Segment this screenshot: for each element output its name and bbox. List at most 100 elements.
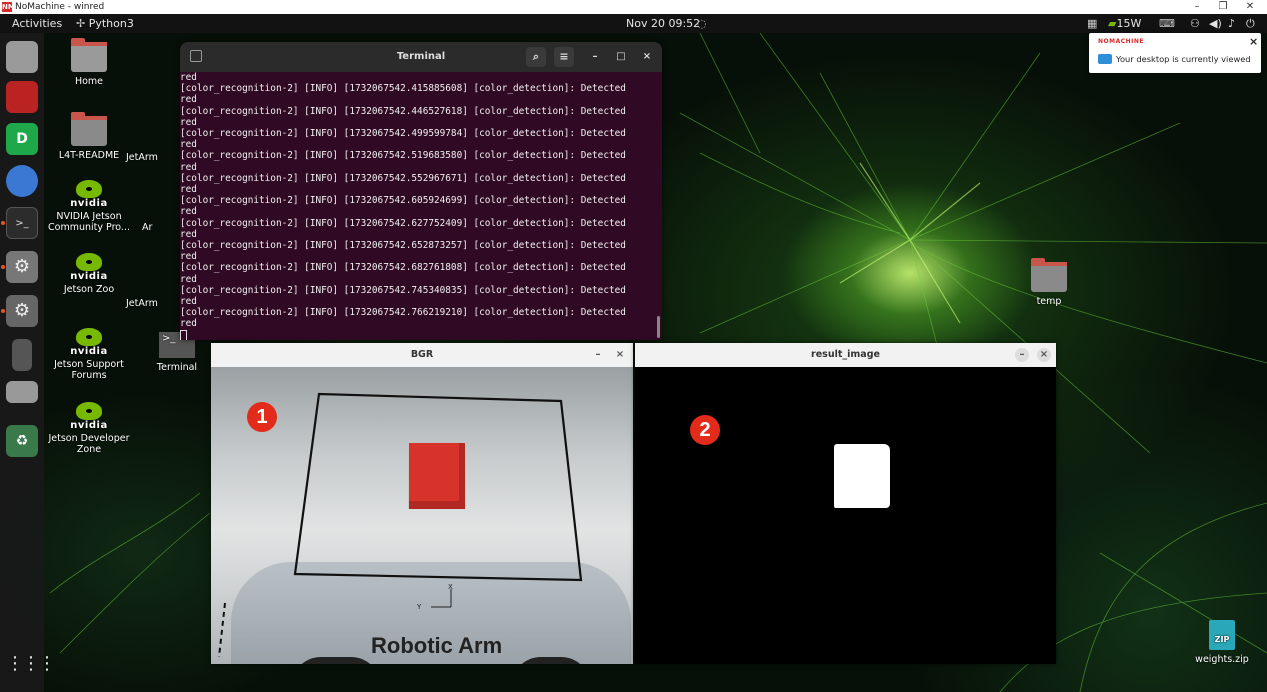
terminal-line: red (180, 72, 197, 83)
zip-file-icon: ZIP (1209, 620, 1235, 650)
mask-frame (635, 367, 1056, 664)
desktop-icon-label: Jetson Zoo (63, 284, 115, 295)
terminal-line: red (180, 94, 197, 106)
desktop-icon-jetson-support[interactable]: nvidia Jetson Support Forums (44, 328, 134, 381)
search-icon[interactable]: ⌕ (526, 47, 546, 67)
axis-y-label: Y (417, 603, 422, 611)
folder-icon (71, 112, 107, 146)
desktop-icon-jetson-community[interactable]: nvidia NVIDIA Jetson Community Pro... (44, 180, 134, 233)
nvidia-logo-icon: nvidia (69, 328, 109, 357)
power-menu-icon[interactable]: ⏻ (1246, 14, 1255, 33)
terminal-line: [color_recognition-2] [INFO] [1732067542… (180, 307, 626, 319)
terminal-line: red (180, 184, 197, 196)
running-indicator (1, 309, 5, 313)
app-menu[interactable]: ✢ Python3 (76, 14, 134, 33)
dock-device-icon[interactable] (12, 339, 32, 371)
terminal-window[interactable]: Terminal ⌕ ≡ – □ × red [color_recognitio… (180, 42, 662, 340)
dock-drive-icon[interactable] (6, 381, 38, 403)
desktop-icon-label: weights.zip (1195, 654, 1249, 665)
result-image-titlebar[interactable]: result_image – × (635, 343, 1056, 367)
nvidia-settings-icon[interactable]: ▦ (1087, 14, 1097, 33)
desktop-icon-label: Home (74, 76, 104, 87)
result-image-close-button[interactable]: × (1037, 348, 1051, 362)
terminal-line: red (180, 161, 197, 173)
nvidia-logo-icon: nvidia (69, 253, 109, 282)
desktop-icon-label: JetArm (126, 298, 158, 309)
dock-settings2-icon[interactable]: ⚙ (6, 295, 38, 327)
terminal-minimize-button[interactable]: – (586, 47, 604, 67)
desktop-icon-label: L4T-README (58, 150, 120, 161)
network-icon[interactable]: ⚇ (1190, 14, 1200, 33)
mic-icon[interactable]: ♪ (1228, 14, 1235, 33)
activities-button[interactable]: Activities (12, 14, 62, 33)
desktop-icon-temp[interactable]: temp (1004, 258, 1094, 307)
dock-chromium-icon[interactable] (6, 165, 38, 197)
nomachine-notification[interactable]: NOMACHINE × Your desktop is currently vi… (1089, 33, 1261, 73)
result-image-minimize-button[interactable]: – (1015, 348, 1029, 362)
terminal-line: [color_recognition-2] [INFO] [1732067542… (180, 217, 626, 229)
bgr-close-button[interactable]: × (613, 348, 627, 362)
nomachine-maximize-button[interactable]: ❐ (1213, 0, 1233, 14)
desktop-icon-jetson-developer[interactable]: nvidia Jetson Developer Zone (44, 402, 134, 455)
detected-mask-blob (834, 444, 890, 508)
desktop-icon-jetarm-1[interactable]: JetArm (126, 152, 180, 163)
terminal-line: red (180, 116, 197, 128)
desktop-icon-weights-zip[interactable]: ZIP weights.zip (1177, 620, 1267, 665)
clock[interactable]: Nov 20 09:52 (626, 14, 700, 33)
axis-x-label: X (448, 583, 453, 591)
bgr-title: BGR (410, 349, 434, 360)
keyboard-icon[interactable]: ⌨ (1159, 14, 1175, 33)
folder-icon (1031, 258, 1067, 292)
terminal-line: red (180, 318, 197, 330)
desktop-icon-jetson-zoo[interactable]: nvidia Jetson Zoo (44, 253, 134, 295)
terminal-line: red (180, 139, 197, 151)
desktop-icon-ar[interactable]: Ar (142, 222, 182, 233)
result-image-window[interactable]: result_image – × 2 (635, 343, 1056, 664)
terminal-line: red (180, 228, 197, 240)
terminal-output[interactable]: red [color_recognition-2] [INFO] [173206… (180, 72, 662, 340)
dock: D >_ ⚙ ⚙ ♻ ⋮⋮⋮ (0, 33, 56, 692)
bgr-minimize-button[interactable]: – (591, 348, 605, 362)
dock-files-icon[interactable] (6, 41, 38, 73)
dock-dbeaver-icon[interactable]: D (6, 123, 38, 155)
nomachine-logo-icon: NM (2, 2, 15, 12)
dock-trash-icon[interactable]: ♻ (6, 425, 38, 457)
result-image-title: result_image (811, 349, 880, 360)
power-indicator[interactable]: ▰15W (1108, 14, 1141, 33)
terminal-titlebar[interactable]: Terminal ⌕ ≡ – □ × (180, 42, 662, 72)
desktop-icon-label: Jetson Support Forums (54, 359, 124, 381)
dock-terminal-icon[interactable]: >_ (6, 207, 38, 239)
terminal-line: [color_recognition-2] [INFO] [1732067542… (180, 105, 626, 117)
desktop-icon-label: Jetson Developer Zone (48, 433, 130, 455)
show-apps-grid-icon[interactable]: ⋮⋮⋮ (6, 648, 56, 680)
desktop-icon-jetarm-2[interactable]: JetArm (126, 298, 180, 309)
nomachine-titlebar: NM NoMachine - winred – ❐ ✕ (0, 0, 1267, 14)
desktop-icon-label: JetArm (126, 152, 158, 163)
notification-bell-icon: ◌ (697, 17, 707, 30)
terminal-scrollbar[interactable] (657, 316, 660, 338)
hamburger-menu-icon[interactable]: ≡ (554, 47, 574, 67)
desktop-icon-home[interactable]: Home (44, 38, 134, 87)
bgr-window[interactable]: BGR – × X Y Robotic Arm 1 (211, 343, 633, 664)
nomachine-minimize-button[interactable]: – (1187, 0, 1207, 14)
notification-message: Your desktop is currently viewed (1116, 54, 1251, 64)
terminal-line: [color_recognition-2] [INFO] [1732067542… (180, 284, 626, 296)
desktop-icon-label: temp (1036, 296, 1062, 307)
red-cube (409, 443, 465, 509)
dock-settings-icon[interactable]: ⚙ (6, 251, 38, 283)
terminal-line: [color_recognition-2] [INFO] [1732067542… (180, 240, 626, 252)
top-panel: Activities ✢ Python3 Nov 20 09:52 ◌ ▦ ▰1… (0, 14, 1267, 33)
power-label: 15W (1116, 17, 1142, 30)
bgr-titlebar[interactable]: BGR – × (211, 343, 633, 367)
terminal-line: red (180, 251, 197, 263)
dock-nomachine-icon[interactable] (6, 81, 38, 113)
terminal-cursor (180, 329, 187, 340)
app-menu-label: Python3 (88, 17, 134, 30)
notification-close-button[interactable]: × (1249, 35, 1258, 48)
volume-icon[interactable]: ◀) (1209, 14, 1222, 33)
nvidia-logo-icon: nvidia (69, 180, 109, 209)
desktop-icon-l4t-readme[interactable]: L4T-README (44, 112, 134, 161)
terminal-maximize-button[interactable]: □ (612, 47, 630, 67)
nomachine-close-button[interactable]: ✕ (1240, 0, 1260, 14)
terminal-close-button[interactable]: × (638, 47, 656, 67)
